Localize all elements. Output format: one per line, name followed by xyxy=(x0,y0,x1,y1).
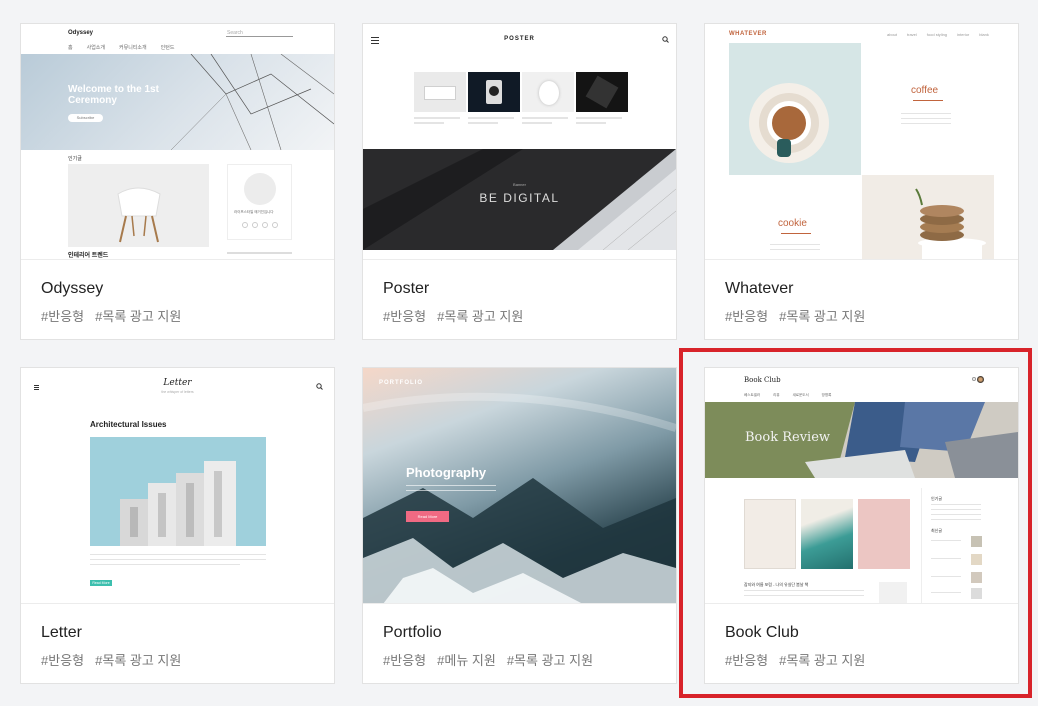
preview-logo: Letter xyxy=(163,378,192,388)
theme-preview-letter: Letter the whisper of letters Architectu… xyxy=(21,368,334,604)
preview-post-title: Architectural Issues xyxy=(90,420,167,429)
preview-product-image xyxy=(468,72,520,112)
theme-tags: #반응형 #목록 광고 지원 xyxy=(41,306,181,325)
preview-banner-title: BE DIGITAL xyxy=(479,191,560,205)
preview-product-image xyxy=(414,72,466,112)
preview-subtitle: the whisper of letters xyxy=(161,390,194,394)
preview-post-image xyxy=(68,164,209,247)
tag: #반응형 xyxy=(383,309,427,324)
tag: #목록 광고 지원 xyxy=(779,653,866,668)
theme-name: Poster xyxy=(383,280,430,297)
preview-side-widget: 라이프스타일 매거진입니다 xyxy=(227,164,292,240)
preview-side-note: 라이프스타일 매거진입니다 xyxy=(234,210,274,214)
preview-hero-image: Book Review xyxy=(705,402,1018,478)
preview-logo: WHATEVER xyxy=(729,31,767,37)
theme-name: Whatever xyxy=(725,280,794,297)
theme-name: Portfolio xyxy=(383,624,442,641)
theme-name: Book Club xyxy=(725,624,799,641)
preview-product-image xyxy=(576,72,628,112)
theme-name: Odyssey xyxy=(41,280,104,297)
theme-tags: #반응형 #목록 광고 지원 xyxy=(725,650,865,669)
preview-hero-image: Welcome to the 1st Ceremony Subscribe xyxy=(21,54,334,150)
preview-coffee-label: coffee xyxy=(911,85,939,96)
tag: #반응형 xyxy=(725,309,769,324)
preview-product-image xyxy=(522,72,574,112)
search-icon xyxy=(662,36,669,43)
theme-card-poster[interactable]: POSTER Banner BE DIGITAL Poster #반응형 #목록… xyxy=(362,23,677,340)
theme-tags: #반응형 #목록 광고 지원 xyxy=(383,306,523,325)
tag: #목록 광고 지원 xyxy=(95,653,182,668)
preview-hero-button: Subscribe xyxy=(68,114,103,122)
theme-preview-poster: POSTER Banner BE DIGITAL xyxy=(363,24,676,260)
theme-preview-odyssey: Odyssey Search 홈 사업소개 커뮤니티소개 인턴드 Welcome… xyxy=(21,24,334,260)
tag: #목록 광고 지원 xyxy=(95,309,182,324)
tag: #목록 광고 지원 xyxy=(506,653,594,668)
preview-cookie-label: cookie xyxy=(778,218,807,229)
preview-book-cover xyxy=(858,499,910,569)
theme-card-portfolio[interactable]: PORTFOLIO Photography Read More Portfoli… xyxy=(362,367,677,684)
preview-section-label: 인기글 xyxy=(68,156,82,162)
tag: #반응형 xyxy=(41,309,85,324)
theme-card-whatever[interactable]: WHATEVER about travel food styling inter… xyxy=(704,23,1019,340)
preview-logo: POSTER xyxy=(504,36,535,42)
preview-post-image xyxy=(90,437,266,546)
search-icon xyxy=(972,377,976,381)
tag: #목록 광고 지원 xyxy=(779,309,866,324)
tag: #반응형 xyxy=(383,653,427,668)
tag: #목록 광고 지원 xyxy=(437,309,524,324)
theme-tags: #반응형 #메뉴 지원 #목록 광고 지원 xyxy=(383,650,593,669)
preview-banner: Banner BE DIGITAL xyxy=(363,149,676,250)
tag: #메뉴 지원 xyxy=(437,653,496,668)
preview-logo: PORTFOLIO xyxy=(379,380,423,386)
theme-preview-book-club: Book Club 베스트셀러 리뷰 새로운도서 방명록 Book Review… xyxy=(705,368,1018,604)
preview-cookie-image xyxy=(862,175,994,259)
preview-nav: 베스트셀러 리뷰 새로운도서 방명록 xyxy=(744,393,832,397)
preview-banner-small: Banner xyxy=(513,182,526,187)
theme-name: Letter xyxy=(41,624,82,641)
preview-hero-title: Welcome to the 1st Ceremony xyxy=(68,84,159,106)
avatar xyxy=(977,376,984,383)
preview-coffee-image xyxy=(729,43,861,175)
preview-hero-title: Book Review xyxy=(745,430,831,445)
preview-hero-title: Photography xyxy=(406,465,487,480)
theme-tags: #반응형 #목록 광고 지원 xyxy=(41,650,181,669)
theme-card-letter[interactable]: Letter the whisper of letters Architectu… xyxy=(20,367,335,684)
theme-preview-portfolio: PORTFOLIO Photography Read More xyxy=(363,368,676,604)
theme-preview-whatever: WHATEVER about travel food styling inter… xyxy=(705,24,1018,260)
preview-side-head: 인기글 xyxy=(931,496,943,501)
preview-book-cover xyxy=(744,499,796,569)
preview-side-head: 최신글 xyxy=(931,528,943,533)
preview-read-more: Read More xyxy=(90,580,112,586)
preview-post-title: 잡지와 여름 포럼 - 나의 유실단 봄날 책 xyxy=(744,582,809,587)
theme-card-odyssey[interactable]: Odyssey Search 홈 사업소개 커뮤니티소개 인턴드 Welcome… xyxy=(20,23,335,340)
preview-nav: 홈 사업소개 커뮤니티소개 인턴드 xyxy=(68,45,175,51)
tag: #반응형 xyxy=(41,653,85,668)
preview-logo: Book Club xyxy=(744,376,781,384)
preview-book-cover xyxy=(801,499,853,569)
preview-logo: Odyssey xyxy=(68,30,94,36)
preview-post-title: 인테리어 트렌드 xyxy=(68,253,109,259)
theme-card-book-club[interactable]: Book Club 베스트셀러 리뷰 새로운도서 방명록 Book Review… xyxy=(704,367,1019,684)
preview-post-thumb xyxy=(879,582,907,603)
preview-hero-button: Read More xyxy=(406,511,449,522)
tag: #반응형 xyxy=(725,653,769,668)
search-icon xyxy=(316,383,323,390)
theme-tags: #반응형 #목록 광고 지원 xyxy=(725,306,865,325)
preview-nav: about travel food styling interior blank xyxy=(887,32,989,37)
